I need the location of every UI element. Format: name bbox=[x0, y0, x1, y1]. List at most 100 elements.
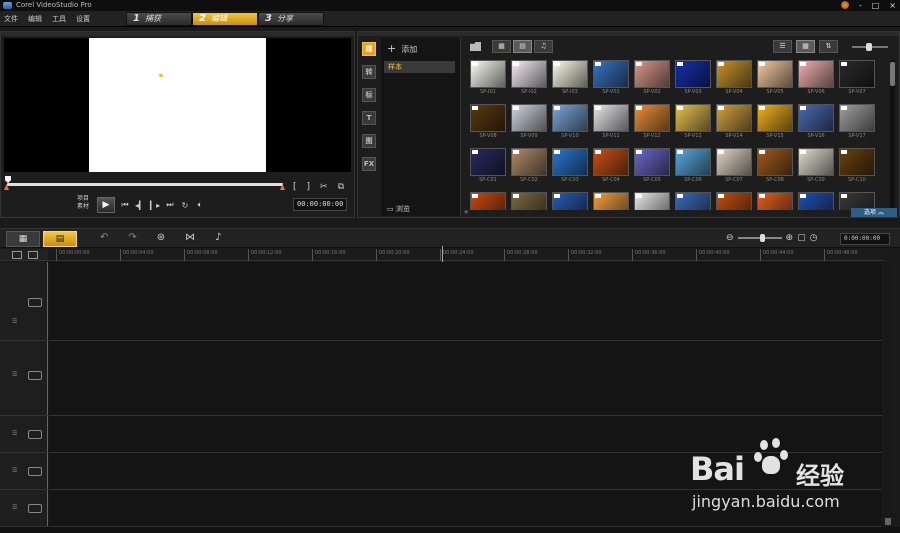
library-thumbnail[interactable]: SP-C06 bbox=[675, 148, 711, 188]
track-toggle-icon[interactable]: ☰ bbox=[12, 430, 17, 437]
timeline-playhead[interactable] bbox=[442, 246, 443, 262]
overlay-track[interactable] bbox=[49, 341, 882, 416]
options-button[interactable]: 选项 ︽ bbox=[851, 208, 897, 217]
library-thumbnail[interactable]: SP-C19 bbox=[798, 192, 834, 210]
library-thumbnail[interactable]: SP-V01 bbox=[593, 60, 629, 100]
split-clip-icon[interactable]: ✂ bbox=[320, 182, 328, 192]
library-thumbnail[interactable]: SP-V07 bbox=[839, 60, 875, 100]
previous-frame-icon[interactable]: ◂▎ bbox=[135, 201, 145, 210]
scrubber-bar[interactable] bbox=[7, 183, 283, 186]
library-thumbnail[interactable]: SP-V17 bbox=[839, 104, 875, 144]
zoom-slider-knob[interactable] bbox=[759, 234, 765, 242]
library-thumbnail[interactable]: SP-V06 bbox=[798, 60, 834, 100]
repeat-icon[interactable]: ↻ bbox=[180, 201, 190, 210]
library-thumbnail[interactable]: SP-C13 bbox=[552, 192, 588, 210]
folder-item-samples[interactable]: 样本 bbox=[384, 61, 455, 73]
enlarge-preview-icon[interactable]: ⧉ bbox=[338, 182, 344, 192]
library-thumbnail[interactable]: SP-I03 bbox=[552, 60, 588, 100]
timeline-ruler[interactable]: 00:00:00:00 00:00:04:00 00:00:08:00 00:00:1… bbox=[48, 249, 884, 261]
tab-capture[interactable]: 1 捕获 bbox=[126, 12, 192, 26]
library-thumbnail[interactable]: SP-C05 bbox=[634, 148, 670, 188]
volume-icon[interactable]: 🔈︎ bbox=[195, 200, 205, 210]
library-thumbnail[interactable]: SP-I02 bbox=[511, 60, 547, 100]
scrubber-handle[interactable] bbox=[5, 176, 11, 183]
account-icon[interactable] bbox=[840, 1, 849, 9]
library-thumbnail[interactable]: SP-V16 bbox=[798, 104, 834, 144]
transition-icon[interactable]: 转 bbox=[362, 65, 376, 79]
menu-edit[interactable]: 编辑 bbox=[28, 11, 42, 27]
sound-mixer-icon[interactable]: ⋈ bbox=[185, 232, 195, 243]
track-toggle-icon[interactable]: ☰ bbox=[12, 318, 17, 325]
zoom-out-icon[interactable]: ⊖ bbox=[726, 233, 734, 243]
timeline-horizontal-scrollbar[interactable] bbox=[0, 527, 900, 533]
library-thumbnail[interactable]: SP-C18 bbox=[757, 192, 793, 210]
tab-share[interactable]: 3 分享 bbox=[258, 12, 324, 26]
library-thumbnail[interactable]: SP-C01 bbox=[470, 148, 506, 188]
undo-icon[interactable]: ↶ bbox=[100, 232, 108, 243]
sort-button[interactable]: ⇅ bbox=[819, 40, 838, 53]
track-toggle-icon[interactable]: ☰ bbox=[12, 371, 17, 378]
library-thumbnail[interactable]: SP-C03 bbox=[552, 148, 588, 188]
show-photo-button[interactable]: ▤ bbox=[513, 40, 532, 53]
video-track[interactable] bbox=[49, 262, 882, 341]
fit-project-icon[interactable]: ▢ bbox=[797, 233, 806, 243]
library-thumbnail[interactable]: SP-V11 bbox=[593, 104, 629, 144]
scroll-thumb[interactable] bbox=[885, 518, 891, 525]
title-icon[interactable]: 标 bbox=[362, 88, 376, 102]
end-icon[interactable]: ⏭ bbox=[165, 200, 175, 210]
library-thumbnail[interactable]: SP-V09 bbox=[511, 104, 547, 144]
redo-icon[interactable]: ↷ bbox=[128, 232, 136, 243]
mode-clip[interactable]: 素材 bbox=[77, 203, 89, 211]
library-scrollbar[interactable] bbox=[890, 60, 895, 210]
collapse-library-icon[interactable]: « bbox=[464, 208, 468, 216]
library-thumbnail[interactable]: SP-V12 bbox=[634, 104, 670, 144]
list-view-button[interactable]: ☰ bbox=[773, 40, 792, 53]
library-thumbnail[interactable]: SP-C14 bbox=[593, 192, 629, 210]
zoom-in-icon[interactable]: ⊕ bbox=[786, 233, 794, 243]
library-thumbnail[interactable]: SP-C15 bbox=[634, 192, 670, 210]
auto-music-icon[interactable]: ♪ bbox=[215, 232, 221, 243]
library-thumbnail[interactable]: SP-C07 bbox=[716, 148, 752, 188]
menu-file[interactable]: 文件 bbox=[4, 11, 18, 27]
library-thumbnail[interactable]: SP-V10 bbox=[552, 104, 588, 144]
library-thumbnail[interactable]: SP-C17 bbox=[716, 192, 752, 210]
storyboard-view-button[interactable]: ▦ bbox=[6, 231, 40, 247]
thumbnail-size-slider[interactable] bbox=[852, 42, 888, 51]
zoom-slider[interactable] bbox=[737, 234, 782, 242]
library-thumbnail[interactable]: SP-C02 bbox=[511, 148, 547, 188]
minimize-button[interactable]: - bbox=[859, 0, 862, 11]
library-thumbnail[interactable]: SP-C04 bbox=[593, 148, 629, 188]
library-thumbnail[interactable]: SP-V05 bbox=[757, 60, 793, 100]
maximize-button[interactable]: □ bbox=[872, 0, 880, 11]
library-thumbnail[interactable]: SP-C11 bbox=[470, 192, 506, 210]
media-icon[interactable]: 媒 bbox=[362, 42, 376, 56]
library-thumbnail[interactable]: SP-V15 bbox=[757, 104, 793, 144]
scroll-thumb[interactable] bbox=[890, 62, 895, 86]
library-thumbnail[interactable]: SP-C16 bbox=[675, 192, 711, 210]
close-button[interactable]: × bbox=[889, 0, 896, 11]
preview-timecode[interactable]: 00:00:00:00 bbox=[293, 198, 347, 211]
library-thumbnail[interactable]: SP-V02 bbox=[634, 60, 670, 100]
mark-out-button[interactable]: ] bbox=[307, 182, 311, 192]
library-thumbnail[interactable]: SP-V03 bbox=[675, 60, 711, 100]
menu-settings[interactable]: 设置 bbox=[76, 11, 90, 27]
graphics-icon[interactable]: 图 bbox=[362, 134, 376, 148]
library-thumbnail[interactable]: SP-C12 bbox=[511, 192, 547, 210]
track-toggle-icon[interactable]: ☰ bbox=[12, 504, 17, 511]
thumbnail-view-button[interactable]: ▦ bbox=[796, 40, 815, 53]
mark-in-button[interactable]: [ bbox=[293, 182, 297, 192]
show-audio-button[interactable]: ♫ bbox=[534, 40, 553, 53]
record-capture-icon[interactable]: ⊛ bbox=[157, 232, 165, 243]
library-thumbnail[interactable]: SP-V04 bbox=[716, 60, 752, 100]
chapter-point-icon[interactable] bbox=[28, 251, 38, 259]
library-thumbnail[interactable]: SP-C09 bbox=[798, 148, 834, 188]
track-manager-icon[interactable] bbox=[12, 251, 22, 259]
play-mode-selector[interactable]: 项目 素材 bbox=[77, 195, 89, 211]
import-folder-icon[interactable] bbox=[470, 42, 481, 51]
library-thumbnail[interactable]: SP-C08 bbox=[757, 148, 793, 188]
add-folder-button[interactable]: + 添加 bbox=[387, 42, 417, 55]
library-thumbnail[interactable]: SP-V13 bbox=[675, 104, 711, 144]
library-thumbnail[interactable]: SP-V14 bbox=[716, 104, 752, 144]
browse-button[interactable]: ▭ 浏览 bbox=[387, 204, 410, 214]
track-toggle-icon[interactable]: ☰ bbox=[12, 467, 17, 474]
